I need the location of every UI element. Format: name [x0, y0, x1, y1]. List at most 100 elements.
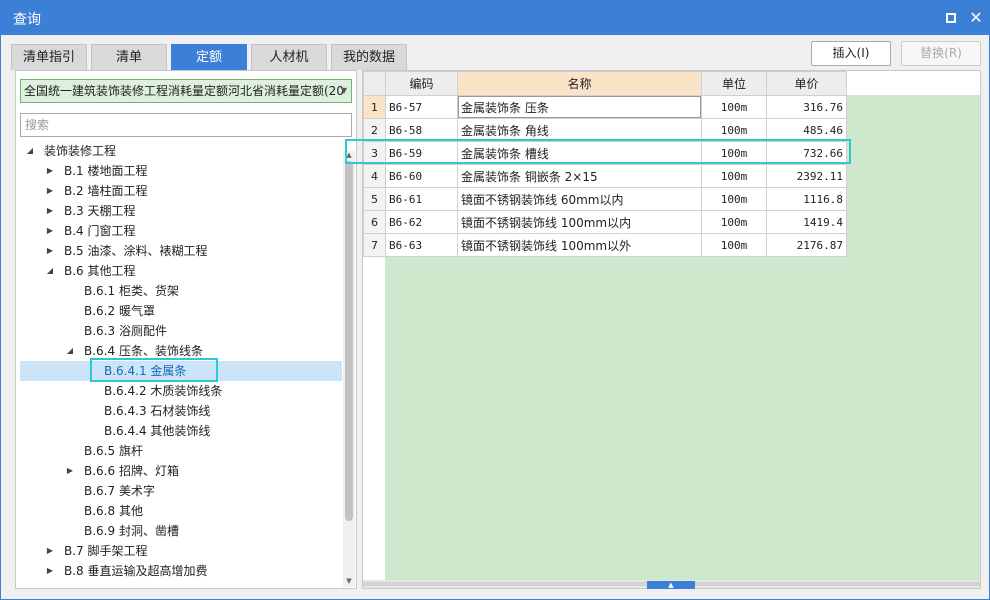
- tree-item-label: B.6 其他工程: [64, 264, 136, 278]
- tree-item[interactable]: B.6.4.1 金属条: [20, 361, 342, 381]
- chevron-up-icon: ▲: [668, 581, 674, 589]
- tree-item[interactable]: B.6.8 其他: [20, 501, 342, 521]
- collapsed-triangle-icon[interactable]: ▶: [44, 221, 56, 241]
- tree-item[interactable]: ▶ B.4 门窗工程: [20, 221, 342, 241]
- tree-item-label: B.3 天棚工程: [64, 204, 136, 218]
- scroll-up-icon[interactable]: ▲: [343, 151, 355, 161]
- quota-tree-panel: 全国统一建筑装饰装修工程消耗量定额河北省消耗量定额(20 ▼ ◢ 装饰装修工程 ▶ B…: [15, 70, 357, 589]
- quota-list-panel: 编码 名称 单位 单价 1 B6-57 金属装饰条 压条 100m 316.76 2 B6-…: [362, 70, 981, 589]
- collapsed-triangle-icon[interactable]: ▶: [44, 181, 56, 201]
- cell-unit: 100m: [701, 187, 767, 211]
- header-code[interactable]: 编码: [385, 71, 458, 96]
- tree-item-label: B.6.4.4 其他装饰线: [104, 424, 211, 438]
- tab-bill-guide[interactable]: 清单指引: [11, 44, 87, 70]
- tree-item-label: B.6.4.1 金属条: [104, 364, 187, 378]
- tree-item[interactable]: B.6.4.2 木质装饰线条: [20, 381, 342, 401]
- tree-item[interactable]: B.6.4.3 石材装饰线: [20, 401, 342, 421]
- cell-unit: 100m: [701, 141, 767, 165]
- cell-name: 镜面不锈钢装饰线 100mm以外: [457, 233, 702, 257]
- tab-my-data[interactable]: 我的数据: [331, 44, 407, 70]
- chapter-tree: ◢ 装饰装修工程 ▶ B.1 楼地面工程 ▶ B.2 墙柱面工程 ▶ B.3 天棚工程 ▶ B.4…: [20, 141, 342, 586]
- tree-item[interactable]: B.6.2 暖气罩: [20, 301, 342, 321]
- table-row[interactable]: 6 B6-62 镜面不锈钢装饰线 100mm以内 100m 1419.4: [363, 210, 847, 234]
- header-unit[interactable]: 单位: [701, 71, 767, 96]
- tree-item-label: B.5 油漆、涂料、裱糊工程: [64, 244, 208, 258]
- tree-item[interactable]: ▶ B.7 脚手架工程: [20, 541, 342, 561]
- close-button[interactable]: ✕: [966, 8, 986, 28]
- cell-price: 485.46: [766, 118, 847, 142]
- tree-item[interactable]: ▶ B.8 垂直运输及超高增加费: [20, 561, 342, 581]
- tree-item[interactable]: ▶ B.3 天棚工程: [20, 201, 342, 221]
- tree-item[interactable]: B.6.9 封洞、凿槽: [20, 521, 342, 541]
- tree-item-label: B.6.7 美术字: [84, 484, 155, 498]
- expanded-triangle-icon[interactable]: ◢: [44, 261, 56, 281]
- expanded-triangle-icon[interactable]: ◢: [64, 341, 76, 361]
- table-row[interactable]: 1 B6-57 金属装饰条 压条 100m 316.76: [363, 95, 847, 119]
- cell-code: B6-57: [385, 95, 458, 119]
- tree-item[interactable]: B.6.7 美术字: [20, 481, 342, 501]
- tree-item[interactable]: ◢ 装饰装修工程: [20, 141, 342, 161]
- tab-labor-material-machine[interactable]: 人材机: [251, 44, 327, 70]
- collapsed-triangle-icon[interactable]: ▶: [44, 201, 56, 221]
- query-window: 查询 ✕ 清单指引 清单 定额 人材机 我的数据 插入(I) 替换(R) 全国统…: [0, 0, 990, 600]
- table-row[interactable]: 5 B6-61 镜面不锈钢装饰线 60mm以内 100m 1116.8: [363, 187, 847, 211]
- search-input[interactable]: [20, 113, 352, 137]
- collapsed-triangle-icon[interactable]: ▶: [44, 561, 56, 581]
- close-icon: ✕: [969, 8, 983, 27]
- collapsed-triangle-icon[interactable]: ▶: [64, 461, 76, 481]
- tree-item[interactable]: ▶ B.2 墙柱面工程: [20, 181, 342, 201]
- cell-price: 2392.11: [766, 164, 847, 188]
- tree-item[interactable]: ◢ B.6 其他工程: [20, 261, 342, 281]
- scroll-down-icon[interactable]: ▼: [343, 577, 355, 587]
- cell-code: B6-60: [385, 164, 458, 188]
- cell-name: 金属装饰条 槽线: [457, 141, 702, 165]
- tree-item-label: B.6.5 旗杆: [84, 444, 143, 458]
- maximize-button[interactable]: [941, 8, 961, 28]
- tree-item[interactable]: B.6.5 旗杆: [20, 441, 342, 461]
- tree-item-label: B.6.6 招牌、灯箱: [84, 464, 179, 478]
- cell-name: 金属装饰条 压条: [457, 95, 702, 119]
- tree-item[interactable]: ▶ B.5 油漆、涂料、裱糊工程: [20, 241, 342, 261]
- tree-item[interactable]: B.6.3 浴厕配件: [20, 321, 342, 341]
- table-row[interactable]: 7 B6-63 镜面不锈钢装饰线 100mm以外 100m 2176.87: [363, 233, 847, 257]
- tab-bill[interactable]: 清单: [91, 44, 167, 70]
- row-index: 6: [363, 210, 386, 234]
- table-row[interactable]: 4 B6-60 金属装饰条 铜嵌条 2×15 100m 2392.11: [363, 164, 847, 188]
- expanded-triangle-icon[interactable]: ◢: [24, 141, 36, 161]
- tree-item-label: B.6.3 浴厕配件: [84, 324, 167, 338]
- tab-quota[interactable]: 定额: [171, 44, 247, 70]
- header-price[interactable]: 单价: [766, 71, 847, 96]
- tree-item[interactable]: B.6.1 柜类、货架: [20, 281, 342, 301]
- chevron-down-icon: ▼: [340, 86, 347, 95]
- tree-item[interactable]: ◢ B.6.4 压条、装饰线条: [20, 341, 342, 361]
- cell-code: B6-63: [385, 233, 458, 257]
- row-index: 3: [363, 141, 386, 165]
- insert-button[interactable]: 插入(I): [811, 41, 891, 66]
- cell-code: B6-58: [385, 118, 458, 142]
- table-row[interactable]: 3 B6-59 金属装饰条 槽线 100m 732.66: [363, 141, 847, 165]
- replace-button[interactable]: 替换(R): [901, 41, 981, 66]
- cell-code: B6-62: [385, 210, 458, 234]
- header-name[interactable]: 名称: [457, 71, 702, 96]
- tree-item[interactable]: ▶ B.6.6 招牌、灯箱: [20, 461, 342, 481]
- scrollbar-thumb[interactable]: [345, 161, 353, 521]
- panel-splitter[interactable]: ▲: [647, 581, 695, 589]
- cell-unit: 100m: [701, 210, 767, 234]
- tree-item-label: B.6.1 柜类、货架: [84, 284, 179, 298]
- quota-table: 编码 名称 单位 单价 1 B6-57 金属装饰条 压条 100m 316.76 2 B6-…: [363, 71, 847, 257]
- collapsed-triangle-icon[interactable]: ▶: [44, 241, 56, 261]
- tree-item[interactable]: B.6.4.4 其他装饰线: [20, 421, 342, 441]
- cell-name: 金属装饰条 铜嵌条 2×15: [457, 164, 702, 188]
- tree-item-label: B.6.4.3 石材装饰线: [104, 404, 211, 418]
- tree-item[interactable]: ▶ B.1 楼地面工程: [20, 161, 342, 181]
- tree-scrollbar[interactable]: ▲ ▼: [343, 151, 355, 587]
- collapsed-triangle-icon[interactable]: ▶: [44, 541, 56, 561]
- tree-item-label: B.7 脚手架工程: [64, 544, 148, 558]
- title-bar: 查询 ✕: [1, 1, 989, 35]
- collapsed-triangle-icon[interactable]: ▶: [44, 161, 56, 181]
- quota-library-value: 全国统一建筑装饰装修工程消耗量定额河北省消耗量定额(20: [24, 84, 344, 98]
- cell-name: 镜面不锈钢装饰线 100mm以内: [457, 210, 702, 234]
- tree-item-label: B.6.4 压条、装饰线条: [84, 344, 203, 358]
- quota-library-select[interactable]: 全国统一建筑装饰装修工程消耗量定额河北省消耗量定额(20 ▼: [20, 79, 352, 103]
- table-row[interactable]: 2 B6-58 金属装饰条 角线 100m 485.46: [363, 118, 847, 142]
